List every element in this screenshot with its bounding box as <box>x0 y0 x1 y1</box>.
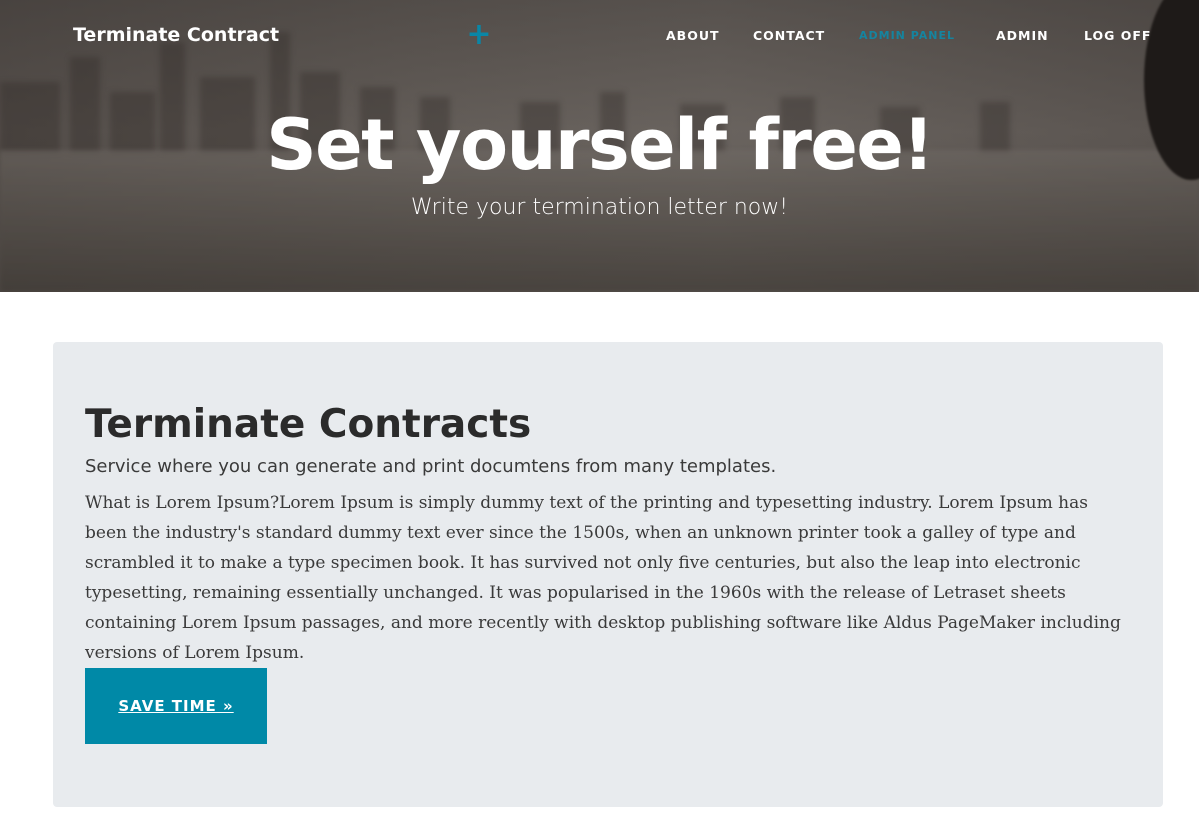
save-time-button[interactable]: SAVE TIME » <box>85 668 267 744</box>
nav-about[interactable]: ABOUT <box>666 28 720 43</box>
nav-admin[interactable]: ADMIN <box>996 28 1049 43</box>
hero-banner: Terminate Contract + ABOUT CONTACT ADMIN… <box>0 0 1199 292</box>
nav-admin-panel[interactable]: ADMIN PANEL <box>859 29 955 42</box>
body-text: What is Lorem Ipsum?Lorem Ipsum is simpl… <box>85 493 1121 663</box>
lead-text: Service where you can generate and print… <box>85 456 777 477</box>
nav-contact[interactable]: CONTACT <box>753 28 825 43</box>
brand-link[interactable]: Terminate Contract <box>73 24 279 46</box>
hero-subtitle: Write your termination letter now! <box>410 195 789 220</box>
jumbotron: Terminate Contracts Service where you ca… <box>53 342 1163 807</box>
page-title: Terminate Contracts <box>85 402 532 447</box>
hero-title: Set yourself free! <box>266 104 934 186</box>
plus-icon[interactable]: + <box>466 20 492 50</box>
nav-log-off[interactable]: LOG OFF <box>1084 28 1151 43</box>
